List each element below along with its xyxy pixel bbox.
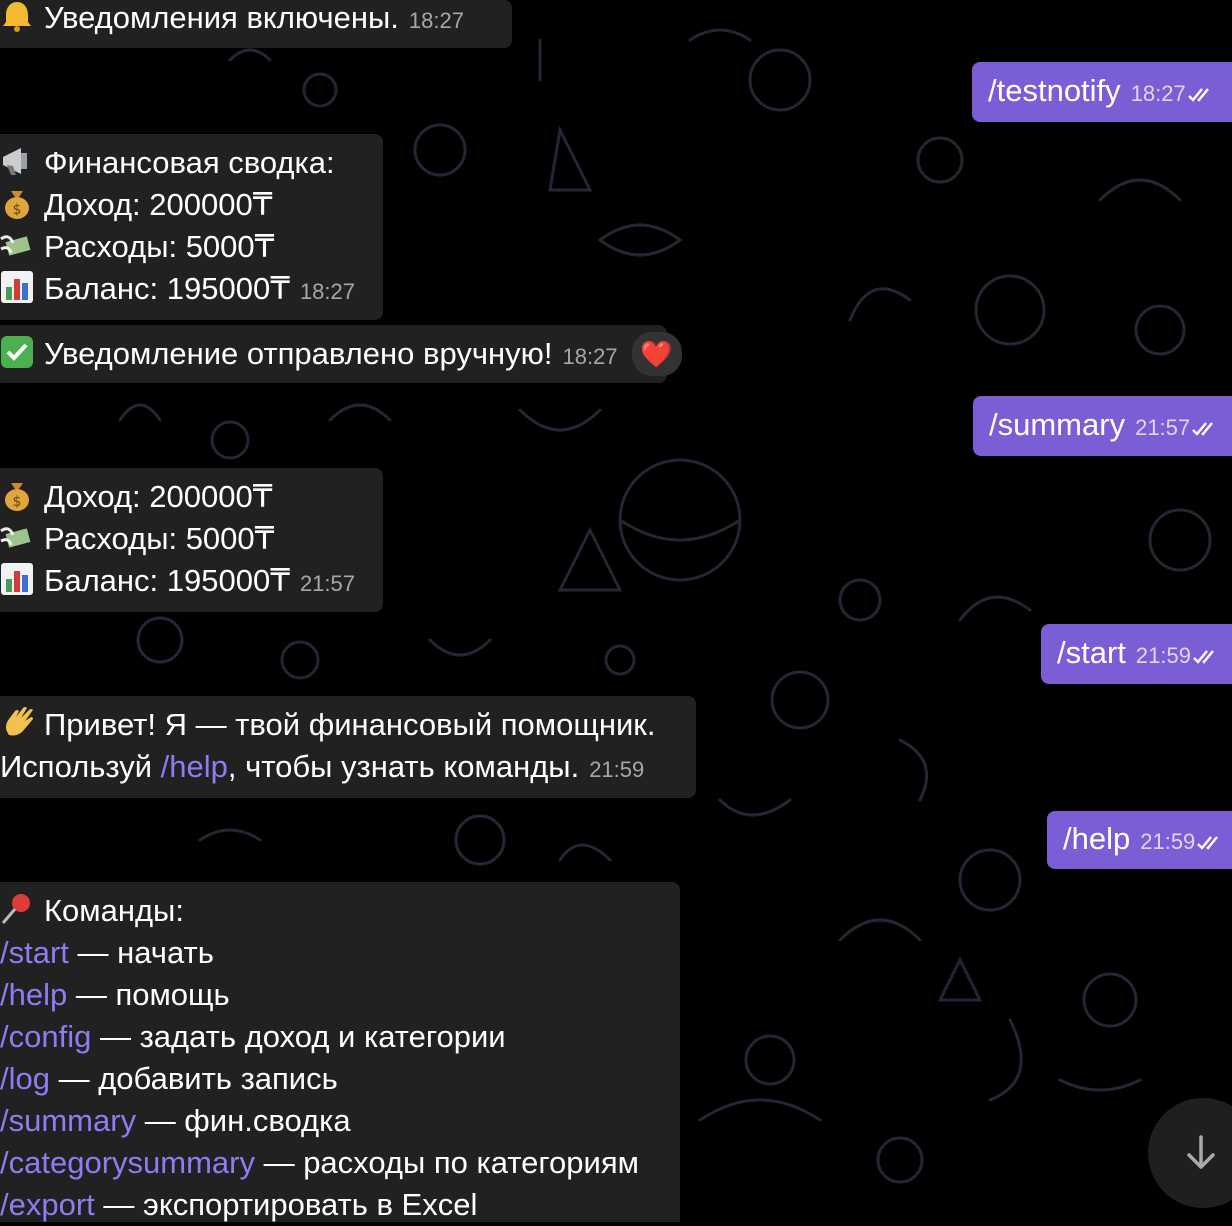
greeting-line-1: Привет! Я — твой финансовый помощник. [44, 707, 656, 742]
money-bag-icon: $ [5, 191, 29, 219]
message-summary-command[interactable]: /summary 21:57 [973, 396, 1232, 456]
command-row: /log — добавить запись [0, 1058, 680, 1100]
message-testnotify[interactable]: /testnotify 18:27 [972, 62, 1232, 122]
check-mark-icon [1, 336, 33, 368]
summary-expenses: Расходы: 5000₸ [44, 229, 275, 264]
greeting-suffix: , чтобы узнать команды. [227, 749, 580, 784]
message-text: Уведомления включены. [44, 0, 399, 35]
double-check-icon [1187, 88, 1209, 102]
money-with-wings-icon [0, 527, 31, 548]
command-row: /start — начать [0, 932, 680, 974]
command-summary-link[interactable]: /summary [0, 1103, 136, 1138]
command-start-link[interactable]: /start [0, 935, 69, 970]
message-time: 18:27 [408, 8, 464, 33]
reaction-heart[interactable]: ❤️ [631, 331, 682, 376]
command-description: — задать доход и категории [91, 1019, 506, 1054]
double-check-icon [1192, 422, 1214, 436]
arrow-down-icon [1187, 1135, 1215, 1169]
command-description: — помощь [67, 977, 230, 1012]
message-text: /start [1057, 635, 1126, 670]
message-time: 18:27 [1130, 81, 1186, 106]
double-check-icon [1193, 650, 1214, 664]
summary-balance: Баланс: 195000₸ [44, 563, 290, 598]
command-row: /config — задать доход и категории [0, 1016, 680, 1058]
command-row: /export — экспортировать в Excel [0, 1184, 680, 1226]
command-categorysummary-link[interactable]: /categorysummary [0, 1145, 255, 1180]
message-manual-notification[interactable]: Уведомление отправлено вручную! 18:27 ❤️ [0, 325, 712, 383]
command-row: /summary — фин.сводка [0, 1100, 680, 1142]
message-start-command[interactable]: /start 21:59 [1041, 624, 1232, 684]
message-time: 18:27 [562, 344, 618, 369]
message-help-command[interactable]: /help 21:59 [1047, 811, 1232, 869]
message-time: 18:27 [299, 279, 355, 304]
double-check-icon [1197, 836, 1219, 850]
waving-hand-icon [6, 707, 33, 736]
command-row: /help — помощь [0, 974, 680, 1016]
summary-title: Финансовая сводка: [44, 145, 335, 180]
command-config-link[interactable]: /config [0, 1019, 91, 1054]
message-text: /summary [989, 407, 1126, 442]
command-description: — добавить запись [49, 1061, 338, 1096]
summary-income: Доход: 200000₸ [44, 479, 273, 514]
megaphone-icon [3, 148, 27, 175]
svg-text:$: $ [13, 202, 22, 218]
command-export-link[interactable]: /export [0, 1187, 95, 1222]
command-description: — экспортировать в Excel [94, 1187, 478, 1222]
summary-balance: Баланс: 195000₸ [44, 271, 290, 306]
money-bag-icon: $ [5, 483, 29, 511]
summary-expenses: Расходы: 5000₸ [44, 521, 275, 556]
bell-icon [3, 2, 31, 32]
message-commands-list[interactable]: Команды: /start — начать /help — помощь … [0, 882, 680, 1222]
svg-text:$: $ [13, 494, 22, 510]
message-time: 21:59 [589, 757, 645, 782]
message-text: /testnotify [988, 73, 1121, 108]
command-row: /categorysummary — расходы по категориям [0, 1142, 680, 1184]
pushpin-icon [1, 894, 30, 924]
message-notifications-enabled[interactable]: Уведомления включены. 18:27 [0, 0, 512, 48]
command-log-link[interactable]: /log [0, 1061, 50, 1096]
help-link[interactable]: /help [161, 749, 228, 784]
bar-chart-icon [1, 563, 33, 595]
command-help-link[interactable]: /help [0, 977, 67, 1012]
message-time: 21:57 [299, 571, 355, 596]
bar-chart-icon [1, 271, 33, 303]
greeting-prefix: Используй [0, 749, 161, 784]
message-time: 21:59 [1135, 643, 1191, 668]
message-summary-reply[interactable]: $ Доход: 200000₸ Расходы: 5000₸ Баланс: 1… [0, 468, 383, 612]
money-with-wings-icon [0, 235, 31, 256]
message-greeting[interactable]: Привет! Я — твой финансовый помощник. Ис… [0, 696, 696, 798]
command-description: — начать [68, 935, 214, 970]
heart-icon: ❤️ [640, 338, 673, 369]
summary-income: Доход: 200000₸ [44, 187, 273, 222]
message-time: 21:57 [1135, 415, 1191, 440]
command-description: — расходы по категориям [254, 1145, 639, 1180]
message-financial-summary[interactable]: Финансовая сводка: $ Доход: 200000₸ Расхо… [0, 134, 383, 320]
commands-title: Команды: [44, 893, 184, 928]
message-time: 21:59 [1140, 829, 1196, 854]
command-description: — фин.сводка [136, 1103, 351, 1138]
message-text: /help [1063, 821, 1131, 856]
message-text: Уведомление отправлено вручную! [44, 336, 553, 371]
